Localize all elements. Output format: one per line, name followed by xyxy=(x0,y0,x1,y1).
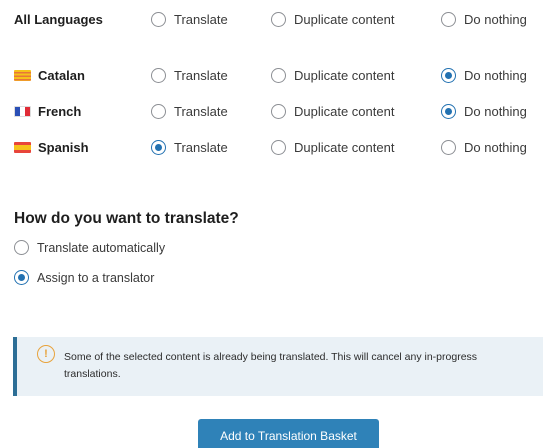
french-translate-radio[interactable]: Translate xyxy=(151,104,228,119)
radio-circle xyxy=(151,104,166,119)
catalan-nothing-radio[interactable]: Do nothing xyxy=(441,68,527,83)
radio-circle-checked xyxy=(441,104,456,119)
language-row-spanish: Spanish Translate Duplicate content Do n… xyxy=(0,137,543,161)
in-progress-notice: ! Some of the selected content is alread… xyxy=(13,337,543,396)
french-flag-icon xyxy=(14,106,31,117)
language-row-all: All Languages Translate Duplicate conten… xyxy=(0,9,543,33)
exclamation-icon: ! xyxy=(37,345,55,363)
language-name: All Languages xyxy=(14,12,103,27)
radio-circle xyxy=(271,104,286,119)
language-name: French xyxy=(14,104,81,119)
language-row-catalan: Catalan Translate Duplicate content Do n… xyxy=(0,65,543,89)
all-nothing-radio[interactable]: Do nothing xyxy=(441,12,527,27)
translate-automatically-radio[interactable]: Translate automatically xyxy=(14,240,165,255)
radio-circle xyxy=(441,140,456,155)
catalan-translate-radio[interactable]: Translate xyxy=(151,68,228,83)
notice-text: Some of the selected content is already … xyxy=(64,351,478,380)
catalan-flag-icon xyxy=(14,70,31,81)
spanish-duplicate-radio[interactable]: Duplicate content xyxy=(271,140,394,155)
french-duplicate-radio[interactable]: Duplicate content xyxy=(271,104,394,119)
language-row-french: French Translate Duplicate content Do no… xyxy=(0,101,543,125)
radio-circle-checked xyxy=(441,68,456,83)
radio-circle xyxy=(441,12,456,27)
radio-circle xyxy=(151,68,166,83)
radio-circle-checked xyxy=(14,270,29,285)
french-nothing-radio[interactable]: Do nothing xyxy=(441,104,527,119)
spanish-translate-radio[interactable]: Translate xyxy=(151,140,228,155)
translate-method-heading: How do you want to translate? xyxy=(14,210,239,227)
radio-circle xyxy=(14,240,29,255)
spanish-nothing-radio[interactable]: Do nothing xyxy=(441,140,527,155)
radio-circle xyxy=(271,12,286,27)
radio-circle xyxy=(271,140,286,155)
language-name: Spanish xyxy=(14,140,89,155)
spanish-flag-icon xyxy=(14,142,31,153)
radio-circle xyxy=(271,68,286,83)
assign-translator-radio[interactable]: Assign to a translator xyxy=(14,270,154,285)
language-name: Catalan xyxy=(14,68,85,83)
radio-circle xyxy=(151,12,166,27)
all-translate-radio[interactable]: Translate xyxy=(151,12,228,27)
add-to-translation-basket-button[interactable]: Add to Translation Basket xyxy=(198,419,379,448)
radio-circle-checked xyxy=(151,140,166,155)
catalan-duplicate-radio[interactable]: Duplicate content xyxy=(271,68,394,83)
all-duplicate-radio[interactable]: Duplicate content xyxy=(271,12,394,27)
